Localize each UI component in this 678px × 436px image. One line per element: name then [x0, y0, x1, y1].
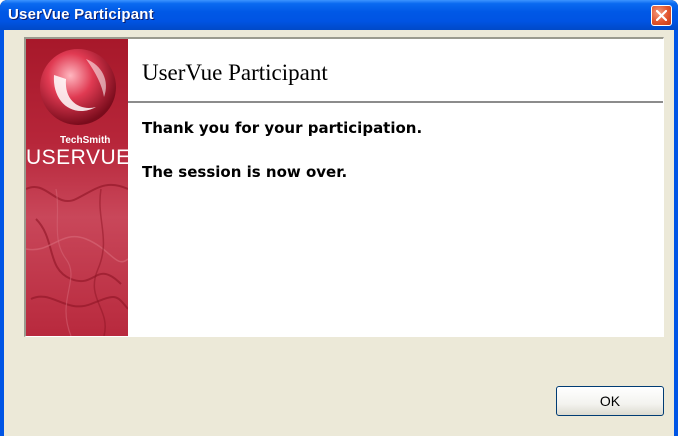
- thank-you-message: Thank you for your participation.: [142, 119, 423, 137]
- dialog-heading: UserVue Participant: [142, 60, 328, 85]
- content-panel: TechSmith USERVUE UserVue Participant Th…: [24, 37, 664, 337]
- close-button[interactable]: [651, 5, 672, 26]
- dialog-window: UserVue Participant TechSmith USERVUE Us…: [0, 0, 678, 436]
- window-frame-right: [674, 30, 678, 436]
- close-icon: [656, 10, 667, 21]
- uservue-logo-icon: [40, 49, 116, 125]
- brand-company: TechSmith: [60, 135, 111, 146]
- session-over-message: The session is now over.: [142, 163, 348, 181]
- brand-sidebar: TechSmith USERVUE: [26, 39, 128, 336]
- brand-product: USERVUE: [26, 146, 128, 169]
- ok-button[interactable]: OK: [556, 386, 664, 416]
- title-bar[interactable]: UserVue Participant: [0, 0, 678, 30]
- window-title: UserVue Participant: [8, 6, 154, 23]
- header-band: UserVue Participant: [128, 39, 663, 103]
